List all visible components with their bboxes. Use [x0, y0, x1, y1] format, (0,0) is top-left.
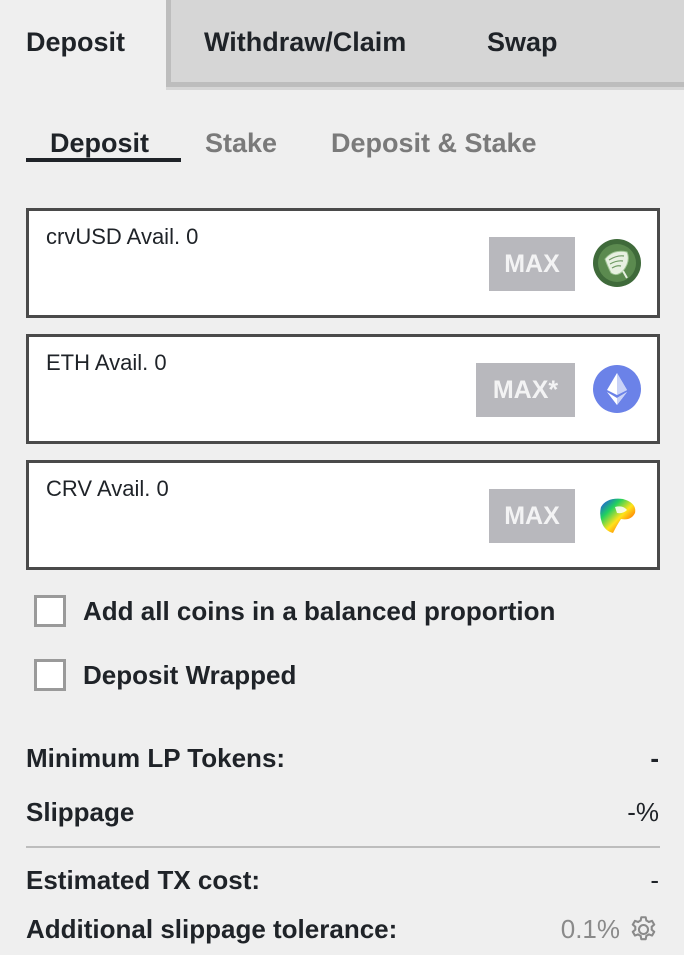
balanced-proportion-checkbox[interactable] [34, 595, 66, 627]
balanced-proportion-label: Add all coins in a balanced proportion [83, 596, 556, 626]
crvusd-icon [593, 239, 641, 287]
gear-icon[interactable] [628, 914, 659, 945]
subtab-stake[interactable]: Stake [205, 126, 277, 164]
eth-icon [593, 365, 641, 413]
crvusd-input-box: crvUSD Avail. 0 MAX [26, 208, 660, 318]
slippage-value: -% [627, 797, 659, 827]
crv-max-button[interactable]: MAX [489, 489, 575, 543]
slippage-tolerance-label: Additional slippage tolerance: [26, 914, 398, 944]
eth-max-button[interactable]: MAX* [476, 363, 575, 417]
deposit-wrapped-checkbox[interactable] [34, 659, 66, 691]
eth-input-box: ETH Avail. 0 MAX* [26, 334, 660, 444]
crv-icon [600, 498, 636, 533]
estimated-tx-cost-label: Estimated TX cost: [26, 865, 261, 895]
top-tab-bar: Deposit Withdraw/Claim Swap [0, 0, 684, 90]
subtab-deposit-stake[interactable]: Deposit & Stake [331, 126, 537, 164]
min-lp-tokens-label: Minimum LP Tokens: [26, 743, 286, 773]
subtab-active-indicator [26, 158, 181, 162]
min-lp-tokens-value: - [650, 743, 659, 773]
slippage-tolerance-value: 0.1% [560, 914, 620, 944]
tab-withdraw-claim[interactable]: Withdraw/Claim [204, 0, 406, 90]
crv-available-label: CRV Avail. 0 [46, 476, 169, 501]
deposit-wrapped-label: Deposit Wrapped [83, 660, 297, 690]
slippage-label: Slippage [26, 797, 135, 827]
crv-input-box: CRV Avail. 0 MAX [26, 460, 660, 570]
eth-available-label: ETH Avail. 0 [46, 350, 167, 375]
crvusd-available-label: crvUSD Avail. 0 [46, 224, 199, 249]
eth-amount-input[interactable] [43, 385, 483, 429]
crvusd-amount-input[interactable] [43, 259, 483, 303]
tab-deposit[interactable]: Deposit [0, 0, 166, 90]
tab-swap[interactable]: Swap [487, 0, 558, 90]
estimated-tx-cost-value: - [650, 865, 659, 895]
details-divider [26, 846, 660, 848]
crv-amount-input[interactable] [43, 511, 483, 555]
crvusd-max-button[interactable]: MAX [489, 237, 575, 291]
